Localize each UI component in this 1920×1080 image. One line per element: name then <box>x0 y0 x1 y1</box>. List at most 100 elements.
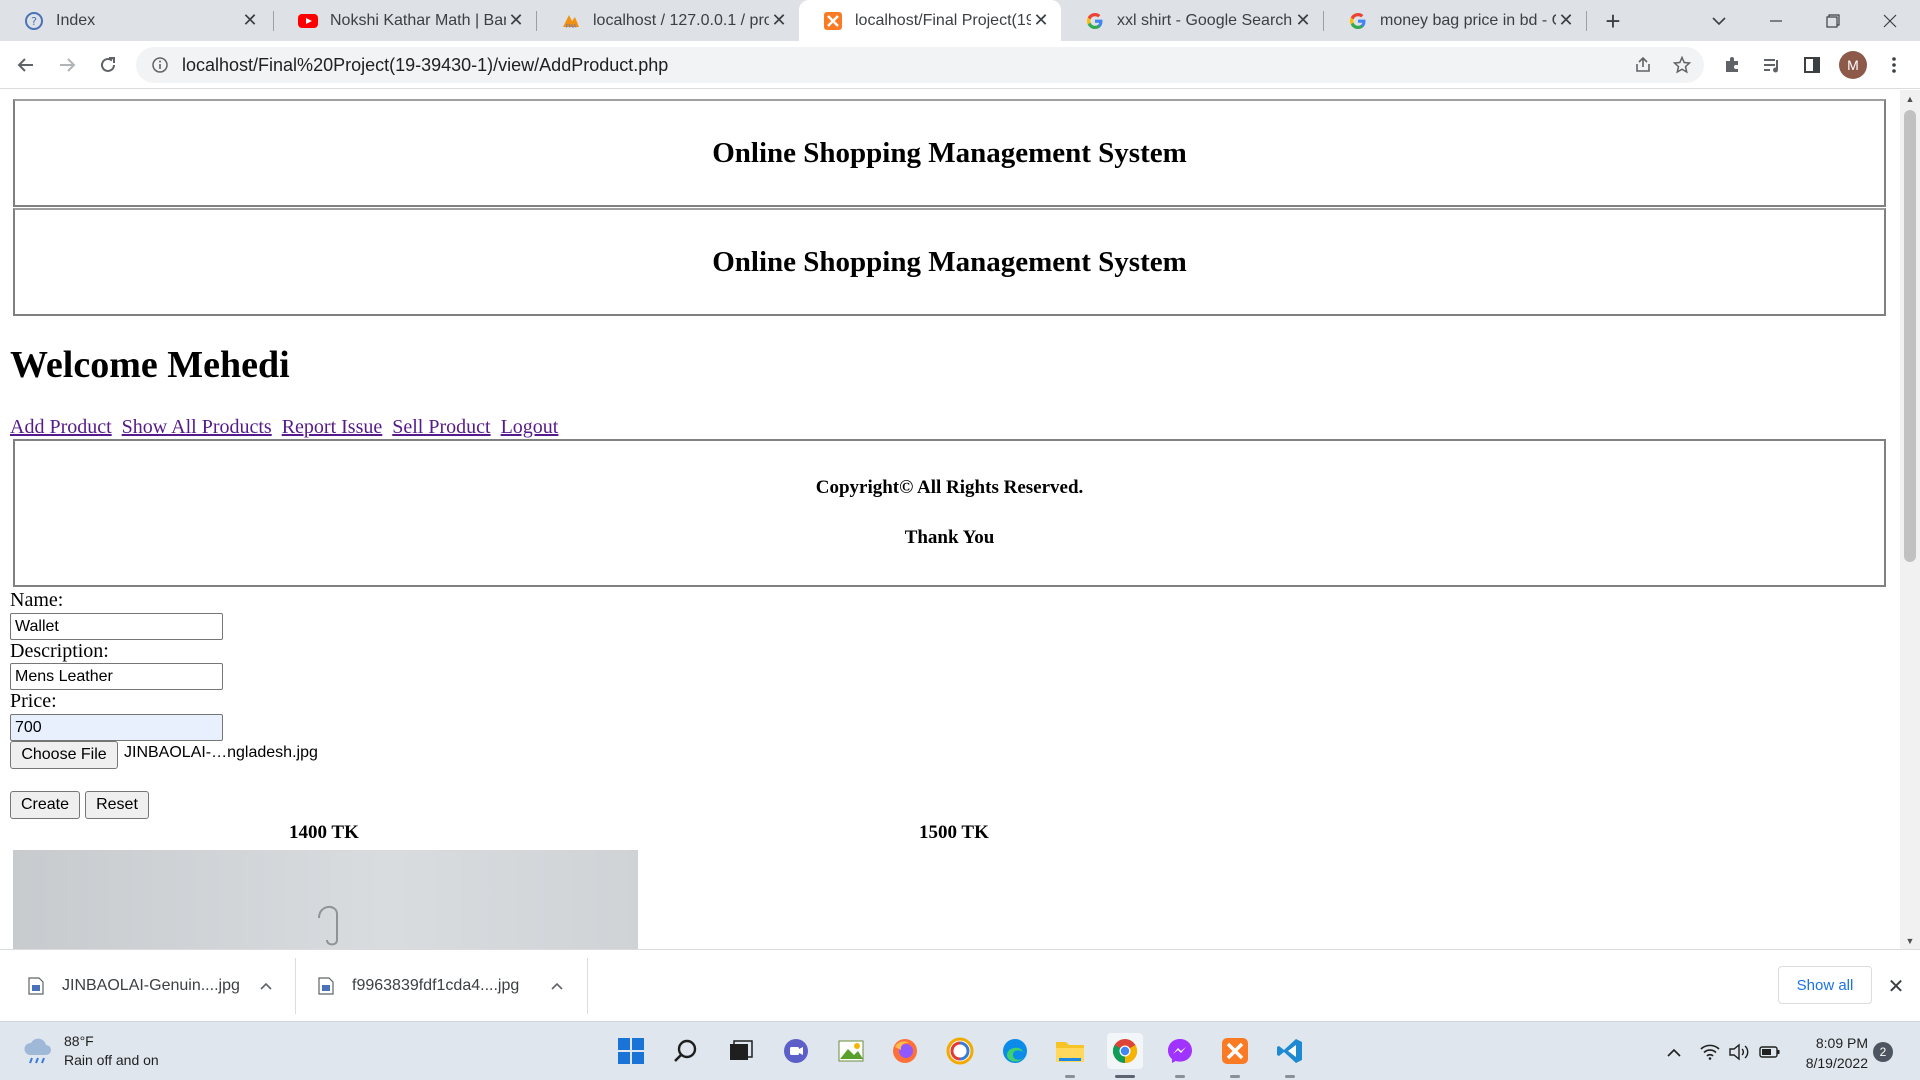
tab-close-icon[interactable]: ✕ <box>506 10 526 31</box>
tab-index[interactable]: ? Index ✕ <box>0 0 270 41</box>
vscode-icon[interactable] <box>1272 1033 1308 1069</box>
edge-icon[interactable] <box>997 1033 1033 1069</box>
xampp-icon[interactable] <box>1217 1033 1253 1069</box>
tab-title: Index <box>56 11 96 29</box>
nav-link-show-all-products[interactable]: Show All Products <box>122 416 272 438</box>
browser-toolbar: localhost/Final%20Project(19-39430-1)/vi… <box>0 41 1920 89</box>
wifi-icon[interactable] <box>1698 1040 1722 1064</box>
tab-close-icon[interactable]: ✕ <box>769 10 789 31</box>
tab-xxl-shirt[interactable]: xxl shirt - Google Search ✕ <box>1061 0 1323 41</box>
tab-strip: ? Index ✕ Nokshi Kathar Math | Bangl ✕ P… <box>0 0 1920 41</box>
windows-start-icon[interactable] <box>613 1033 649 1069</box>
nav-link-report-issue[interactable]: Report Issue <box>282 416 383 438</box>
notification-badge[interactable]: 2 <box>1873 1042 1893 1062</box>
download-item[interactable]: f9963839fdf1cda4....jpg <box>318 950 519 1022</box>
media-control-button[interactable] <box>1756 49 1788 81</box>
tab-close-icon[interactable]: ✕ <box>240 10 260 31</box>
welcome-heading: Welcome Mehedi <box>10 344 290 386</box>
nav-link-add-product[interactable]: Add Product <box>10 416 112 438</box>
site-title: Online Shopping Management System <box>712 136 1187 169</box>
tab-search-button[interactable] <box>1704 6 1734 36</box>
download-file-name: JINBAOLAI-Genuin....jpg <box>62 977 240 994</box>
new-tab-button[interactable]: + <box>1598 6 1628 36</box>
teams-chat-icon[interactable] <box>778 1033 814 1069</box>
description-label: Description: <box>10 640 109 662</box>
choose-file-button[interactable]: Choose File <box>10 741 118 769</box>
google-icon <box>1348 11 1368 31</box>
close-download-bar-icon[interactable]: ✕ <box>1884 974 1908 998</box>
share-button[interactable] <box>1627 49 1659 81</box>
name-label: Name: <box>10 589 64 611</box>
price-input[interactable] <box>10 714 223 741</box>
extensions-button[interactable] <box>1716 49 1748 81</box>
back-button[interactable] <box>10 49 42 81</box>
volume-icon[interactable] <box>1727 1040 1751 1064</box>
back-arrow-icon <box>17 58 33 72</box>
forward-button[interactable] <box>51 49 83 81</box>
site-info-icon[interactable] <box>142 47 178 83</box>
messenger-icon[interactable] <box>1162 1033 1198 1069</box>
create-button[interactable]: Create <box>10 791 80 819</box>
reload-button[interactable] <box>92 49 124 81</box>
scroll-up-icon[interactable]: ▲ <box>1900 90 1920 107</box>
chevron-down-icon <box>1712 17 1726 26</box>
forward-arrow-icon <box>60 58 76 72</box>
tab-money-bag[interactable]: money bag price in bd - Go ✕ <box>1324 0 1586 41</box>
tab-final-project[interactable]: localhost/Final Project(19-3 ✕ <box>799 0 1061 41</box>
nav-link-logout[interactable]: Logout <box>501 416 559 438</box>
restore-button[interactable] <box>1803 0 1863 41</box>
windows-taskbar: 88°F Rain off and on 8:09 PM 8/19/2022 2 <box>0 1021 1920 1080</box>
nav-link-sell-product[interactable]: Sell Product <box>392 416 490 438</box>
battery-icon[interactable] <box>1758 1040 1782 1064</box>
selected-file-name: JINBAOLAI-…ngladesh.jpg <box>124 744 318 761</box>
download-file-name: f9963839fdf1cda4....jpg <box>352 977 520 994</box>
tab-youtube[interactable]: Nokshi Kathar Math | Bangl ✕ <box>274 0 536 41</box>
share-icon <box>1636 56 1650 72</box>
footer-box: Copyright© All Rights Reserved. Thank Yo… <box>13 439 1886 587</box>
tab-title: Nokshi Kathar Math | Bangl <box>330 11 506 29</box>
chrome-icon[interactable] <box>1107 1033 1143 1069</box>
reset-button[interactable]: Reset <box>85 791 149 819</box>
show-all-downloads-button[interactable]: Show all <box>1778 966 1872 1004</box>
running-app-indicator <box>1285 1075 1295 1078</box>
address-bar[interactable]: localhost/Final%20Project(19-39430-1)/vi… <box>136 47 1704 83</box>
download-item[interactable]: JINBAOLAI-Genuin....jpg <box>28 950 240 1022</box>
tab-close-icon[interactable]: ✕ <box>1556 10 1576 31</box>
header-box: Online Shopping Management System <box>13 99 1886 207</box>
firefox-icon[interactable] <box>887 1033 923 1069</box>
scrollbar-thumb[interactable] <box>1904 110 1916 562</box>
side-panel-button[interactable] <box>1796 49 1828 81</box>
description-input[interactable] <box>10 663 223 690</box>
active-app-indicator <box>1115 1075 1135 1078</box>
tab-close-icon[interactable]: ✕ <box>1031 10 1051 31</box>
photos-icon[interactable] <box>833 1033 869 1069</box>
task-view-icon[interactable] <box>723 1033 759 1069</box>
minimize-button[interactable] <box>1746 0 1806 41</box>
page-scrollbar[interactable]: ▲ ▼ <box>1900 90 1920 949</box>
name-input[interactable] <box>10 613 223 640</box>
bookmark-button[interactable] <box>1666 49 1698 81</box>
download-options-button[interactable] <box>545 974 569 998</box>
chrome-menu-button[interactable] <box>1878 49 1910 81</box>
download-bar: JINBAOLAI-Genuin....jpg f9963839fdf1cda4… <box>0 949 1920 1021</box>
search-icon[interactable] <box>668 1033 704 1069</box>
download-options-button[interactable] <box>254 974 278 998</box>
tab-phpmyadmin[interactable]: PMA localhost / 127.0.0.1 / produ ✕ <box>537 0 799 41</box>
scroll-down-icon[interactable]: ▼ <box>1900 932 1920 949</box>
copyright-text: Copyright© All Rights Reserved. <box>815 477 1084 498</box>
close-window-button[interactable] <box>1860 0 1920 41</box>
profile-avatar[interactable]: M <box>1839 51 1867 79</box>
playlist-icon <box>1764 59 1778 73</box>
vpn-icon[interactable] <box>942 1033 978 1069</box>
show-hidden-icons-button[interactable] <box>1662 1040 1686 1064</box>
xampp-icon <box>823 11 843 31</box>
weather-widget[interactable]: 88°F Rain off and on <box>22 1032 159 1070</box>
tab-close-icon[interactable]: ✕ <box>1293 10 1313 31</box>
running-app-indicator <box>1175 1075 1185 1078</box>
tab-title: localhost/Final Project(19-3 <box>855 11 1031 29</box>
chevron-up-icon <box>260 982 272 990</box>
file-explorer-icon[interactable] <box>1052 1033 1088 1069</box>
youtube-icon <box>298 11 318 31</box>
system-clock[interactable]: 8:09 PM 8/19/2022 <box>1794 1033 1868 1073</box>
weather-temperature: 88°F <box>64 1033 94 1049</box>
